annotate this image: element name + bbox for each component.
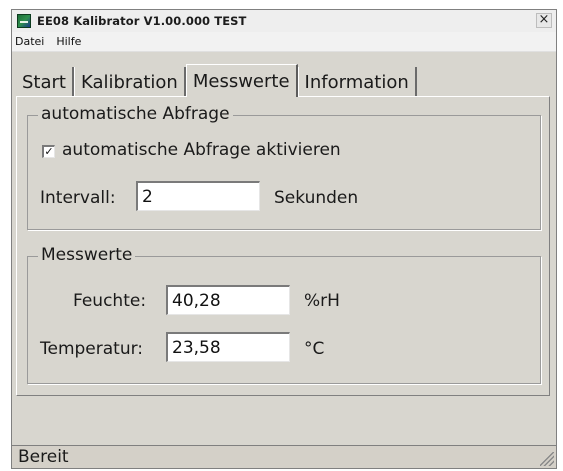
menu-bar: Datei Hilfe [12, 32, 556, 52]
measurements-group: Messwerte Feuchte: 40,28 %rH Temperatur:… [27, 245, 541, 384]
tab-kalibration[interactable]: Kalibration [73, 67, 186, 97]
application-window: EE08 Kalibrator V1.00.000 TEST × Datei H… [11, 9, 557, 469]
temperature-label: Temperatur: [40, 339, 144, 359]
auto-query-checkbox-label: automatische Abfrage aktivieren [62, 140, 341, 160]
humidity-label: Feuchte: [73, 291, 147, 311]
auto-query-legend: automatische Abfrage [38, 104, 233, 124]
temperature-unit: °C [304, 339, 325, 359]
close-button[interactable]: × [536, 13, 552, 28]
menu-datei[interactable]: Datei [14, 35, 45, 48]
measurements-legend: Messwerte [38, 245, 136, 265]
interval-input[interactable]: 2 [136, 181, 260, 211]
window-title: EE08 Kalibrator V1.00.000 TEST [37, 14, 247, 28]
title-bar[interactable]: EE08 Kalibrator V1.00.000 TEST × [12, 10, 556, 33]
client-area: Start Kalibration Messwerte Information … [12, 52, 556, 468]
tab-start[interactable]: Start [16, 67, 74, 97]
tab-strip: Start Kalibration Messwerte Information [16, 64, 417, 97]
tab-messwerte[interactable]: Messwerte [185, 64, 298, 97]
humidity-unit: %rH [304, 291, 340, 311]
tab-panel-messwerte: automatische Abfrage ✓ automatische Abfr… [16, 96, 550, 396]
auto-query-group: automatische Abfrage ✓ automatische Abfr… [27, 104, 541, 230]
temperature-field[interactable]: 23,58 [166, 332, 290, 362]
status-text: Bereit [18, 447, 69, 467]
menu-hilfe[interactable]: Hilfe [55, 35, 82, 48]
tab-information[interactable]: Information [297, 67, 417, 97]
status-bar: Bereit [12, 445, 556, 468]
interval-label: Intervall: [40, 188, 116, 208]
auto-query-checkbox[interactable]: ✓ [42, 145, 55, 158]
interval-unit: Sekunden [274, 188, 359, 208]
humidity-field[interactable]: 40,28 [166, 285, 290, 315]
app-icon [17, 14, 31, 28]
resize-grip-icon[interactable] [540, 452, 554, 466]
